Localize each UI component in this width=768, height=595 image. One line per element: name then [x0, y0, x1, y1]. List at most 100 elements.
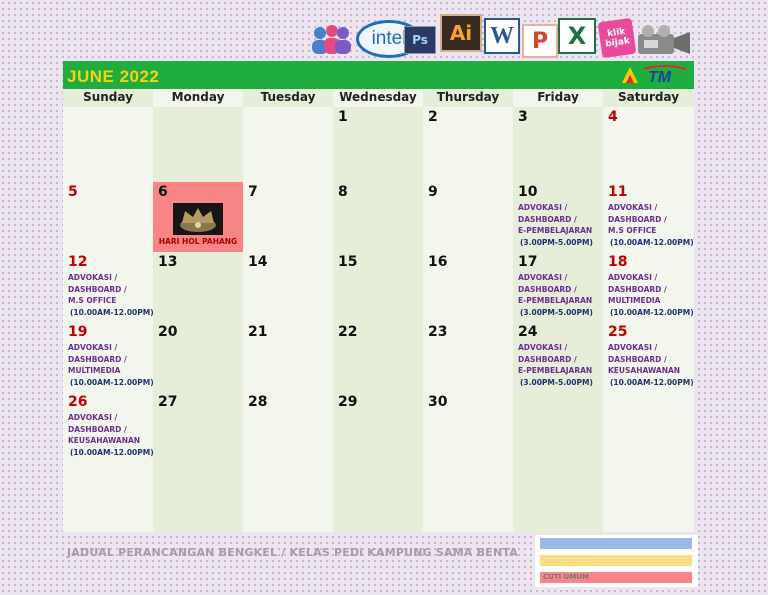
event-time: (10.00AM-12.00PM)	[610, 377, 694, 387]
calendar-day-cell[interactable]	[603, 462, 694, 532]
calendar-day-cell[interactable]	[153, 462, 243, 532]
event-details: ADVOKASI / DASHBOARD / KEUSAHAWANAN (10.00A…	[608, 342, 694, 388]
event-line: DASHBOARD /	[68, 424, 127, 434]
calendar-day-cell[interactable]	[603, 392, 694, 462]
day-number: 15	[338, 254, 358, 270]
event-line: DASHBOARD /	[608, 284, 667, 294]
calendar-day-cell[interactable]: 17 ADVOKASI / DASHBOARD / E-PEMBELAJARAN (3.…	[513, 252, 603, 322]
calendar-day-cell[interactable]	[513, 462, 603, 532]
calendar-day-cell[interactable]: 7	[243, 182, 333, 252]
day-number: 23	[428, 324, 448, 340]
month-title: JUNE 2022	[67, 67, 160, 86]
calendar-day-cell[interactable]: 4	[603, 107, 694, 182]
calendar-day-cell[interactable]: 10 ADVOKASI / DASHBOARD / E-PEMBELAJARAN (3.…	[513, 182, 603, 252]
calendar-week-row	[63, 462, 694, 532]
calendar-day-cell[interactable]: 25 ADVOKASI / DASHBOARD / KEUSAHAWANAN (10.0…	[603, 322, 694, 392]
calendar-day-cell[interactable]: 5	[63, 182, 153, 252]
calendar-day-cell[interactable]	[63, 107, 153, 182]
calendar-day-cell[interactable]: 23	[423, 322, 513, 392]
calendar-week-row: 26 ADVOKASI / DASHBOARD / KEUSAHAWANAN (10.0…	[63, 392, 694, 462]
legend-bar-yellow	[540, 555, 692, 566]
calendar-day-cell[interactable]: 20	[153, 322, 243, 392]
people-icon	[308, 22, 354, 56]
event-time: (10.00AM-12.00PM)	[70, 447, 154, 457]
day-number: 7	[248, 184, 258, 200]
day-number: 26	[68, 394, 88, 410]
day-number: 12	[68, 254, 88, 270]
calendar-week-row: 12 ADVOKASI / DASHBOARD / M.S OFFICE (10.00A…	[63, 252, 694, 322]
event-time: (3.00PM-5.00PM)	[520, 237, 593, 247]
calendar-day-cell[interactable]	[423, 462, 513, 532]
event-line: DASHBOARD /	[608, 214, 667, 224]
calendar-day-cell[interactable]: 19 ADVOKASI / DASHBOARD / MULTIMEDIA (10.00A…	[63, 322, 154, 392]
calendar-day-cell[interactable]: 3	[513, 107, 603, 182]
calendar-day-cell[interactable]: 18 ADVOKASI / DASHBOARD / MULTIMEDIA (10.00A…	[603, 252, 694, 322]
event-details: ADVOKASI / DASHBOARD / M.S OFFICE (10.00AM-…	[68, 272, 154, 318]
illustrator-icon: Ai	[440, 14, 482, 52]
weekday-friday: Friday	[513, 89, 603, 107]
day-number: 5	[68, 184, 78, 200]
day-number: 18	[608, 254, 628, 270]
calendar-day-cell[interactable]: 29	[333, 392, 423, 462]
legend-bar-public-holiday: CUTI UMUM	[540, 572, 692, 583]
event-details: ADVOKASI / DASHBOARD / M.S OFFICE (10.00AM-…	[608, 202, 694, 248]
calendar-day-cell[interactable]: 1	[333, 107, 423, 182]
day-number: 4	[608, 109, 618, 125]
event-line: ADVOKASI /	[608, 343, 658, 352]
day-number: 17	[518, 254, 538, 270]
powerpoint-icon: P	[522, 24, 558, 58]
calendar-day-cell[interactable]: 14	[243, 252, 333, 322]
word-icon: W	[484, 18, 520, 54]
event-line: ADVOKASI /	[608, 273, 658, 282]
day-number: 16	[428, 254, 448, 270]
calendar-day-cell[interactable]	[333, 462, 423, 532]
schedule-caption: JADUAL PERANCANGAN BENGKEL / KELAS PEDi …	[67, 546, 518, 559]
calendar-day-cell[interactable]	[63, 462, 153, 532]
event-line: DASHBOARD /	[68, 354, 127, 364]
event-time: (3.00PM-5.00PM)	[520, 307, 593, 317]
calendar-day-cell[interactable]: 26 ADVOKASI / DASHBOARD / KEUSAHAWANAN (10.0…	[63, 392, 154, 462]
calendar-day-cell[interactable]: 24 ADVOKASI / DASHBOARD / E-PEMBELAJARAN (3.…	[513, 322, 603, 392]
tm-logo-text: TM	[648, 69, 672, 86]
day-number: 9	[428, 184, 438, 200]
calendar-day-cell[interactable]	[243, 107, 333, 182]
calendar-day-cell[interactable]	[153, 107, 243, 182]
calendar-week-row: 5 6 HARI HOL PAHANG 7 8 9 10 ADVOKASI / DASHBOAR…	[63, 182, 694, 252]
event-line: DASHBOARD /	[518, 214, 577, 224]
weekday-monday: Monday	[153, 89, 243, 107]
weekday-wednesday: Wednesday	[333, 89, 423, 107]
calendar-day-cell[interactable]: 15	[333, 252, 423, 322]
calendar-day-cell[interactable]: 6 HARI HOL PAHANG	[153, 182, 243, 252]
calendar-day-cell[interactable]	[243, 462, 333, 532]
calendar-day-cell[interactable]: 11 ADVOKASI / DASHBOARD / M.S OFFICE (10.00A…	[603, 182, 694, 252]
event-line: ADVOKASI /	[608, 203, 658, 212]
klik-bijak-icon: klik bijak	[597, 17, 637, 59]
calendar-day-cell[interactable]: 12 ADVOKASI / DASHBOARD / M.S OFFICE (10.00A…	[63, 252, 154, 322]
calendar-day-cell[interactable]: 22	[333, 322, 423, 392]
day-number: 6	[158, 184, 168, 200]
day-number: 21	[248, 324, 268, 340]
event-details: ADVOKASI / DASHBOARD / E-PEMBELAJARAN (3.00…	[518, 272, 603, 318]
event-line: DASHBOARD /	[518, 284, 577, 294]
calendar-day-cell[interactable]: 2	[423, 107, 513, 182]
calendar-day-cell[interactable]: 28	[243, 392, 333, 462]
calendar: JUNE 2022 TM Sunday Monday Tuesday Wednesda…	[63, 61, 694, 532]
calendar-day-cell[interactable]: 9	[423, 182, 513, 252]
calendar-day-cell[interactable]: 21	[243, 322, 333, 392]
event-time: (3.00PM-5.00PM)	[520, 377, 593, 387]
color-legend: CUTI UMUM	[535, 535, 698, 587]
video-camera-icon	[636, 24, 694, 56]
calendar-day-cell[interactable]	[513, 392, 603, 462]
day-number: 22	[338, 324, 358, 340]
day-number: 14	[248, 254, 268, 270]
day-number: 30	[428, 394, 448, 410]
calendar-day-cell[interactable]: 8	[333, 182, 423, 252]
event-line: KEUSAHAWANAN	[608, 366, 681, 375]
day-number: 20	[158, 324, 178, 340]
calendar-day-cell[interactable]: 16	[423, 252, 513, 322]
calendar-day-cell[interactable]: 27	[153, 392, 243, 462]
calendar-day-cell[interactable]: 30	[423, 392, 513, 462]
day-number: 24	[518, 324, 538, 340]
calendar-day-cell[interactable]: 13	[153, 252, 243, 322]
event-line: ADVOKASI /	[518, 273, 568, 282]
